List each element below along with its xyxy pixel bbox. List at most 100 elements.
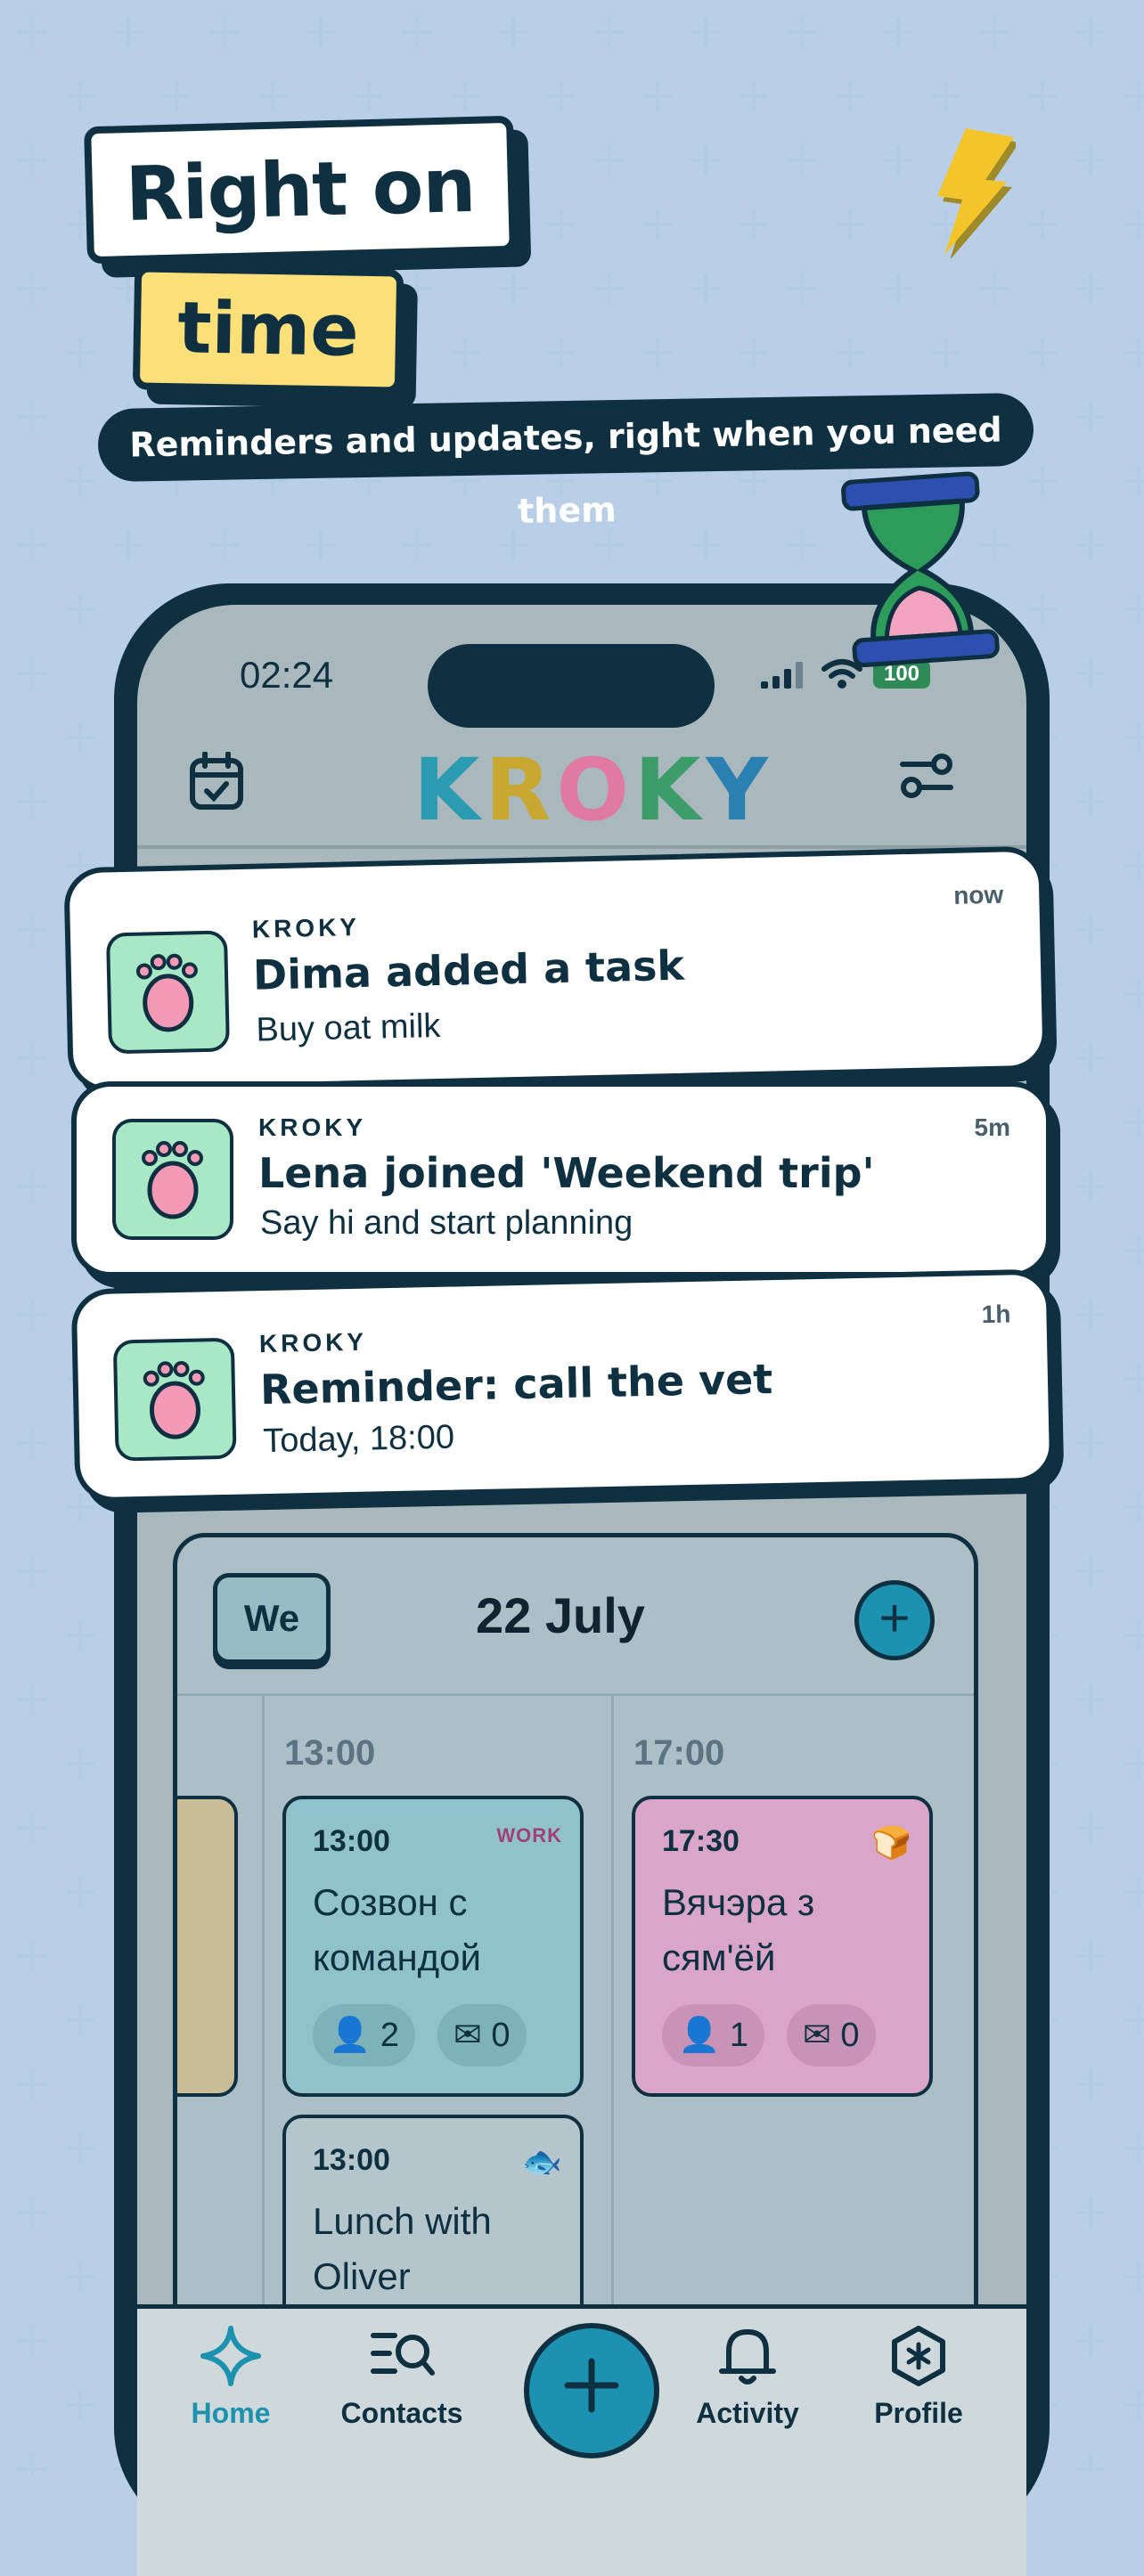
tab-label: Home bbox=[191, 2397, 271, 2429]
plus-decoration bbox=[114, 531, 143, 559]
plus-decoration bbox=[691, 531, 720, 559]
plus-decoration bbox=[1124, 338, 1144, 367]
plus-decoration bbox=[66, 338, 94, 367]
tab-add-button[interactable] bbox=[524, 2323, 659, 2458]
bell-icon bbox=[719, 2329, 776, 2384]
app-icon bbox=[112, 1337, 237, 1462]
plus-decoration bbox=[18, 2327, 46, 2355]
notification-app: KROKY bbox=[258, 1327, 368, 1358]
person-icon: 👤 bbox=[678, 2017, 730, 2054]
plus-icon bbox=[564, 2358, 619, 2413]
plus-decoration bbox=[1124, 1749, 1144, 1778]
notification-card[interactable]: KROKY Reminder: call the vet Today, 18:0… bbox=[70, 1268, 1056, 1504]
event-card-partial[interactable] bbox=[177, 1796, 238, 2097]
plus-decoration bbox=[114, 18, 143, 46]
plus-decoration bbox=[740, 210, 768, 239]
event-time: 13:00 bbox=[313, 2143, 390, 2177]
notification-time: now bbox=[952, 880, 1004, 909]
plus-decoration bbox=[1124, 467, 1144, 495]
plus-decoration bbox=[1076, 2327, 1105, 2355]
plus-decoration bbox=[980, 274, 1009, 303]
plus-decoration bbox=[66, 1749, 94, 1778]
plus-decoration bbox=[1124, 1621, 1144, 1650]
plus-decoration bbox=[836, 338, 864, 367]
contacts-search-icon bbox=[371, 2333, 435, 2376]
plus-decoration bbox=[18, 403, 46, 431]
people-count[interactable]: 👤 2 bbox=[313, 2004, 416, 2067]
plus-decoration bbox=[451, 82, 479, 110]
mail-icon: ✉ bbox=[454, 2017, 492, 2054]
plus-decoration bbox=[691, 146, 720, 175]
event-card[interactable]: 17:30 🍞 Вячэра з сям'ёй 👤 1 ✉ 0 bbox=[632, 1796, 933, 2097]
notification-title: Lena joined 'Weekend trip' bbox=[258, 1149, 875, 1197]
mail-icon: ✉ bbox=[803, 2017, 841, 2054]
plus-decoration bbox=[884, 146, 912, 175]
plus-decoration bbox=[1124, 980, 1144, 1008]
plus-decoration bbox=[162, 82, 191, 110]
plus-decoration bbox=[788, 531, 816, 559]
plus-decoration bbox=[932, 338, 960, 367]
plus-decoration bbox=[1076, 1429, 1105, 1457]
plus-decoration bbox=[66, 2134, 94, 2163]
dynamic-island bbox=[428, 644, 715, 728]
notification-card[interactable]: KROKY Dima added a task Buy oat milk now bbox=[63, 845, 1049, 1093]
fish-icon: 🐟 bbox=[522, 2143, 562, 2180]
headline-subtitle: Reminders and updates, right when you ne… bbox=[97, 392, 1034, 531]
plus-decoration bbox=[1076, 1557, 1105, 1586]
plus-decoration bbox=[1076, 1685, 1105, 1714]
plus-decoration bbox=[1076, 1044, 1105, 1072]
plus-decoration bbox=[66, 723, 94, 752]
plus-decoration bbox=[403, 274, 431, 303]
plus-decoration bbox=[18, 1044, 46, 1072]
event-title: Lunch with Oliver bbox=[313, 2200, 492, 2297]
plus-decoration bbox=[547, 210, 576, 239]
column-time: 13:00 bbox=[284, 1733, 376, 1773]
tab-activity[interactable]: Activity bbox=[681, 2325, 814, 2430]
plus-decoration bbox=[1124, 2262, 1144, 2291]
plus-decoration bbox=[1124, 852, 1144, 880]
plus-decoration bbox=[1076, 18, 1105, 46]
bread-icon: 🍞 bbox=[871, 1824, 911, 1861]
plus-decoration bbox=[1124, 82, 1144, 110]
notification-card[interactable]: KROKY Lena joined 'Weekend trip' Say hi … bbox=[71, 1081, 1051, 1277]
plus-decoration bbox=[403, 18, 431, 46]
notification-time: 1h bbox=[981, 1300, 1011, 1329]
plus-decoration bbox=[788, 18, 816, 46]
filters-icon[interactable] bbox=[899, 752, 954, 800]
plus-decoration bbox=[18, 1300, 46, 1329]
plus-decoration bbox=[1124, 210, 1144, 239]
day-date: 22 July bbox=[476, 1587, 645, 1643]
plus-decoration bbox=[932, 82, 960, 110]
plus-decoration bbox=[210, 18, 239, 46]
plus-decoration bbox=[499, 531, 527, 559]
plus-decoration bbox=[18, 146, 46, 175]
plus-decoration bbox=[836, 210, 864, 239]
plus-decoration bbox=[547, 338, 576, 367]
plus-decoration bbox=[595, 18, 624, 46]
plus-decoration bbox=[306, 531, 335, 559]
app-icon bbox=[112, 1119, 233, 1240]
plus-decoration bbox=[1124, 595, 1144, 624]
notification-app: KROKY bbox=[258, 1113, 367, 1141]
calendar-icon[interactable] bbox=[189, 752, 244, 811]
plus-decoration bbox=[18, 18, 46, 46]
event-title: Созвон с командой bbox=[313, 1881, 481, 1978]
notification-time: 5m bbox=[974, 1113, 1010, 1141]
tab-contacts[interactable]: Contacts bbox=[335, 2325, 469, 2430]
plus-decoration bbox=[788, 274, 816, 303]
people-count[interactable]: 👤 1 bbox=[662, 2004, 765, 2067]
plus-decoration bbox=[66, 2006, 94, 2034]
tab-home[interactable]: Home bbox=[164, 2325, 298, 2430]
plus-decoration bbox=[18, 1685, 46, 1714]
messages-count[interactable]: ✉ 0 bbox=[787, 2004, 876, 2067]
messages-count[interactable]: ✉ 0 bbox=[437, 2004, 527, 2067]
event-time: 13:00 bbox=[313, 1824, 390, 1858]
tab-profile[interactable]: Profile bbox=[852, 2325, 985, 2430]
asterisk-badge-icon bbox=[892, 2326, 945, 2386]
weekday-chip[interactable]: We bbox=[213, 1573, 331, 1664]
plus-decoration bbox=[884, 274, 912, 303]
add-event-button[interactable]: + bbox=[854, 1580, 935, 1660]
footprint-icon bbox=[143, 1360, 205, 1439]
event-card[interactable]: 13:00 WORK Созвон с командой 👤 2 ✉ 0 bbox=[282, 1796, 584, 2097]
plus-decoration bbox=[18, 1429, 46, 1457]
